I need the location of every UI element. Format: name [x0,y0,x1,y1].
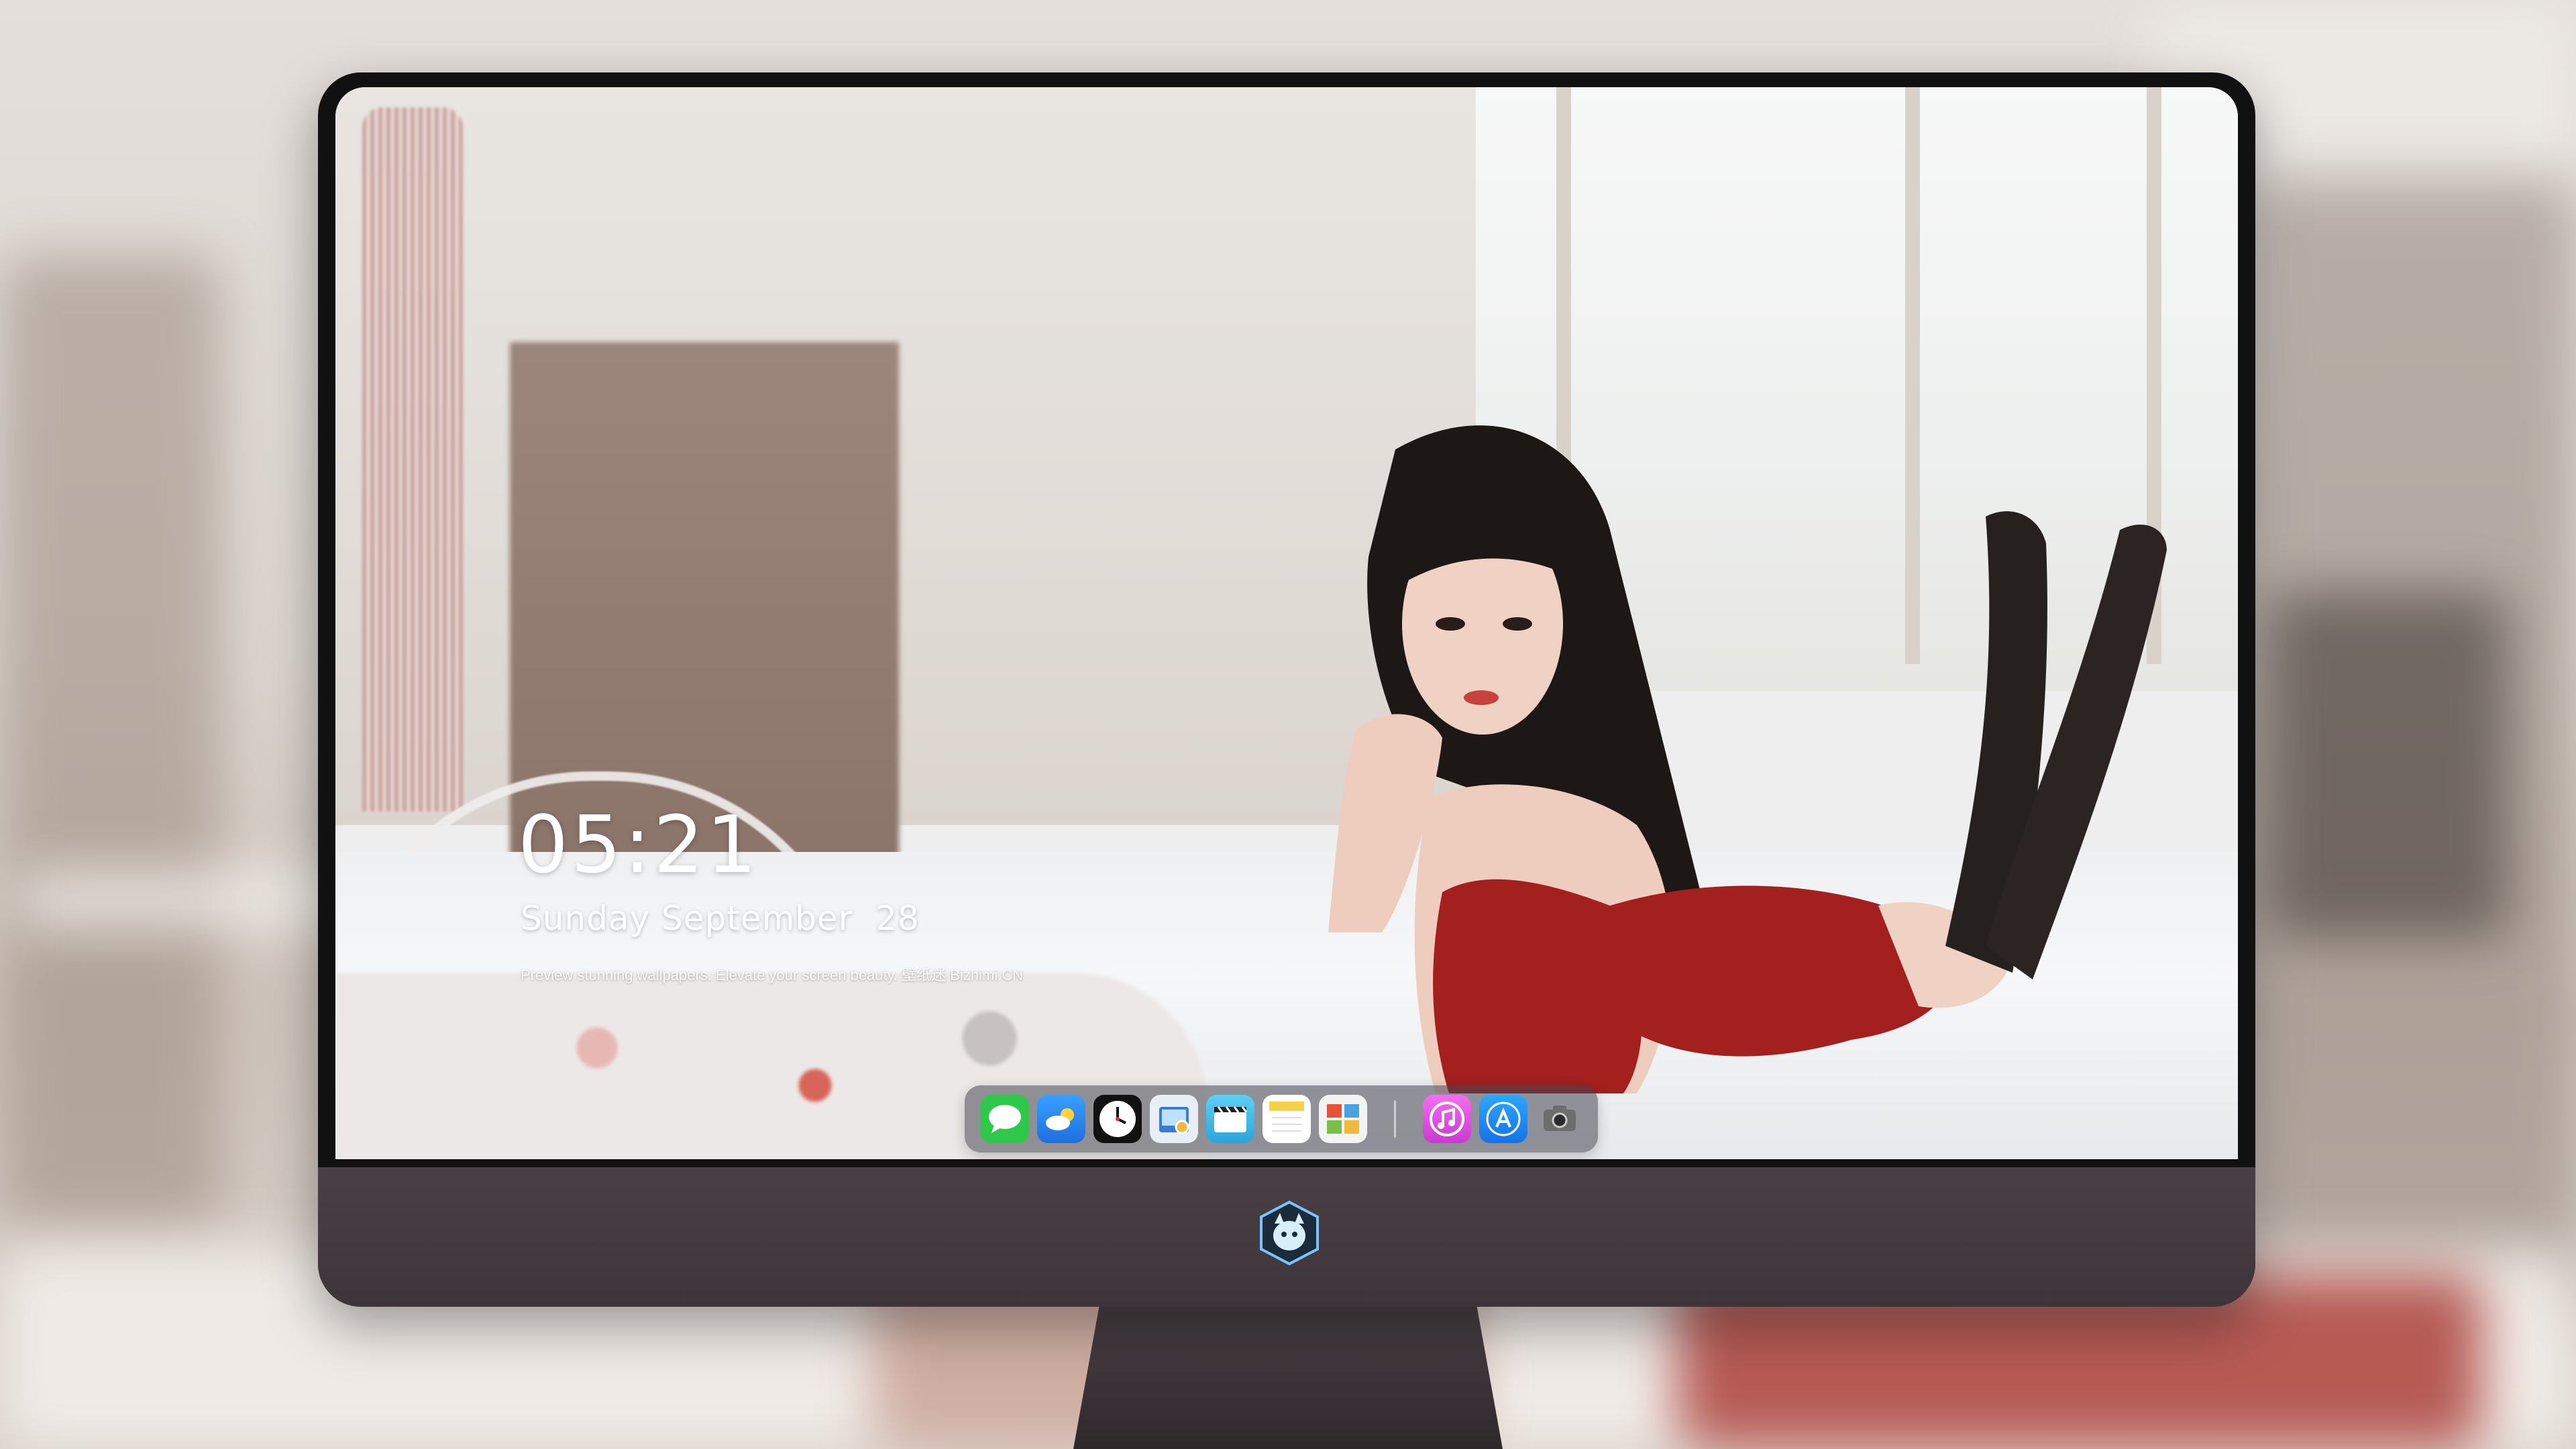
notes-icon[interactable] [1263,1095,1311,1143]
photo-booth-icon[interactable] [1319,1095,1367,1143]
wallpaper-photo [335,87,2238,1159]
clock-icon[interactable] [1093,1095,1142,1143]
dock-separator [1394,1100,1396,1138]
app-store-icon[interactable] [1479,1095,1527,1143]
brand-logo [1260,1200,1319,1266]
preview-icon[interactable] [1150,1095,1198,1143]
wallpaper-screen: 05:21 Sunday September 28 Preview stunni… [335,87,2238,1159]
lockscreen-date: Sunday September 28 [521,899,920,938]
itunes-icon[interactable] [1423,1095,1471,1143]
wallpaper-tagline: Preview stunning wallpapers. Elevate you… [521,967,1024,983]
monitor: 05:21 Sunday September 28 Preview stunni… [318,72,2255,1307]
dock [965,1085,1598,1152]
screenshot-icon[interactable] [1536,1095,1584,1143]
clips-icon[interactable] [1206,1095,1254,1143]
messages-icon[interactable] [981,1095,1029,1143]
monitor-stand [1073,1307,1503,1449]
wallpaper-figure [1328,425,2167,1093]
lockscreen-clock: 05:21 [518,798,760,891]
weather-icon[interactable] [1037,1095,1085,1143]
